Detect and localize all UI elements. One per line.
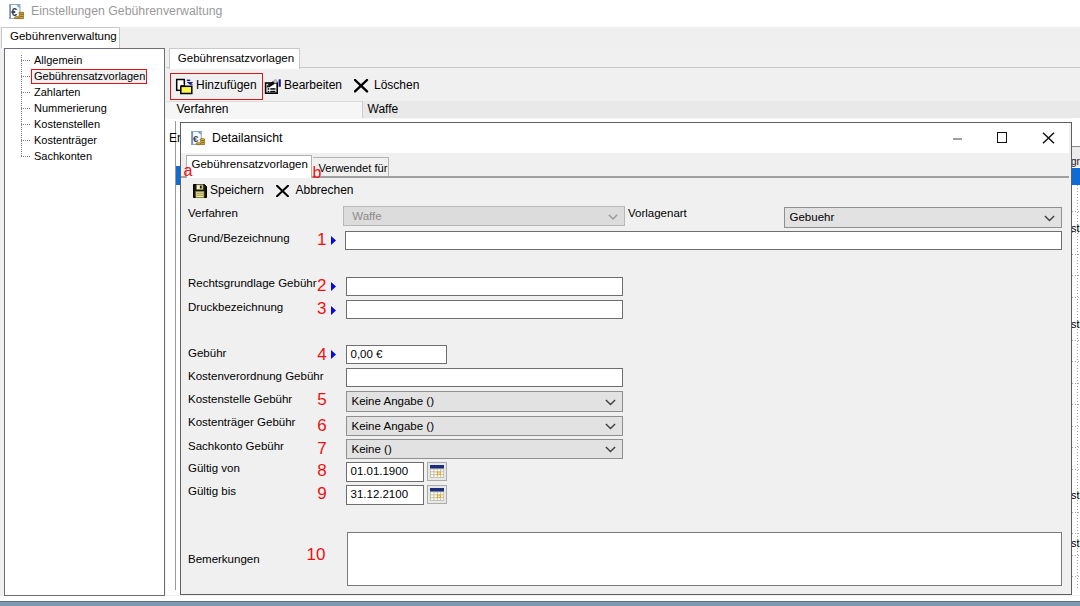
svg-text:€: €	[11, 5, 17, 17]
svg-text:€: €	[193, 132, 199, 143]
